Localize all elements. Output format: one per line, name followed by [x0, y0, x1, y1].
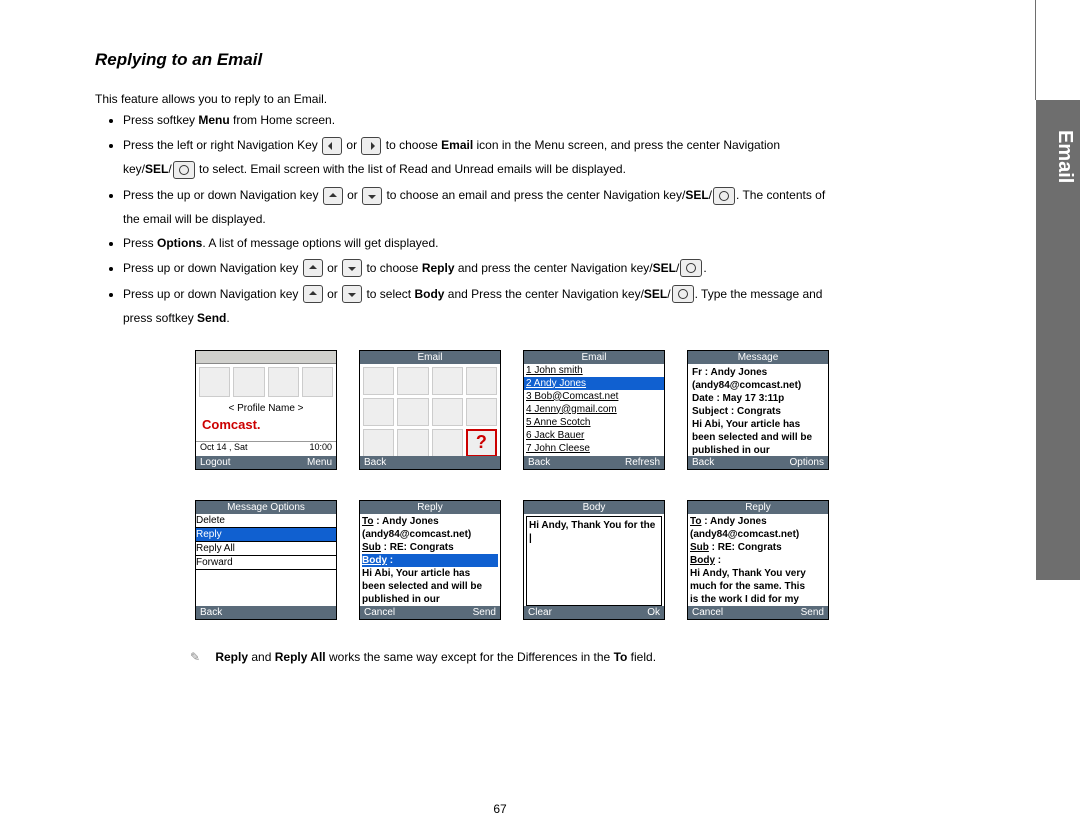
list-item: 5 Anne Scotch — [524, 416, 664, 429]
screen-reply-body-selected: Reply To : Andy Jones (andy84@comcast.ne… — [359, 500, 501, 620]
menu-icon — [397, 398, 428, 426]
page-number: 67 — [0, 802, 1000, 816]
screen-title: Email — [524, 351, 664, 364]
nav-down-icon — [362, 187, 382, 205]
softkey-left: Cancel — [692, 607, 723, 618]
softkey-left: Back — [364, 457, 386, 468]
screen-home: < Profile Name > Comcast. Oct 14 , Sat 10… — [195, 350, 337, 470]
home-time: 10:00 — [309, 442, 332, 454]
screen-title: Body — [524, 501, 664, 514]
softkey-left: Clear — [528, 607, 552, 618]
msg-line: (andy84@comcast.net) — [692, 380, 801, 391]
msg-line: Fr : Andy Jones — [692, 367, 767, 378]
list-item: 6 Jack Bauer — [524, 429, 664, 442]
menu-icon — [466, 398, 497, 426]
step-6: Press up or down Navigation key or to se… — [123, 282, 830, 330]
list-item: 3 Bob@Comcast.net — [524, 390, 664, 403]
option-item: Delete — [196, 514, 336, 528]
softkey-left: Cancel — [364, 607, 395, 618]
menu-icon — [397, 429, 428, 456]
msg-line: been selected and will be — [692, 432, 812, 443]
screen-reply-composed: Reply To : Andy Jones (andy84@comcast.ne… — [687, 500, 829, 620]
sel-key-icon — [680, 259, 702, 277]
option-item: Reply All — [196, 542, 336, 556]
screenshots-grid: < Profile Name > Comcast. Oct 14 , Sat 10… — [195, 350, 830, 620]
brand-logo: Comcast. — [196, 417, 336, 434]
home-date: Oct 14 , Sat — [200, 442, 248, 454]
home-icon — [233, 367, 264, 397]
menu-icon — [397, 367, 428, 395]
home-icon — [268, 367, 299, 397]
menu-icon-help: ? — [466, 429, 497, 456]
screen-title: Email — [360, 351, 500, 364]
menu-icon — [363, 429, 394, 456]
screen-title: Reply — [688, 501, 828, 514]
msg-line: Subject : Congrats — [692, 406, 781, 417]
screen-title: Reply — [360, 501, 500, 514]
softkey-right: Ok — [647, 607, 660, 618]
intro-text: This feature allows you to reply to an E… — [95, 92, 830, 106]
softkey-left: Logout — [200, 457, 231, 468]
list-item: 7 John Cleese — [524, 442, 664, 455]
msg-line: Hi Abi, Your article has — [692, 419, 800, 430]
nav-down-icon — [342, 285, 362, 303]
screen-body-edit: Body Hi Andy, Thank You for the | Clear O… — [523, 500, 665, 620]
nav-up-icon — [303, 259, 323, 277]
softkey-right: Options — [790, 457, 824, 468]
menu-icon — [432, 367, 463, 395]
step-1: Press softkey Menu from Home screen. — [123, 112, 830, 129]
softkey-right: Send — [801, 607, 824, 618]
softkey-right: Send — [473, 607, 496, 618]
status-bar — [196, 351, 336, 364]
nav-right-icon — [361, 137, 381, 155]
step-2: Press the left or right Navigation Key o… — [123, 133, 830, 181]
option-item: Forward — [196, 556, 336, 570]
softkey-right: Refresh — [625, 457, 660, 468]
menu-icon — [466, 367, 497, 395]
nav-left-icon — [322, 137, 342, 155]
screen-title: Message Options — [196, 501, 336, 514]
screen-message: Message Fr : Andy Jones (andy84@comcast.… — [687, 350, 829, 470]
step-4: Press Options. A list of message options… — [123, 235, 830, 252]
side-label: Email — [1053, 130, 1076, 183]
step-5: Press up or down Navigation key or to ch… — [123, 256, 830, 280]
softkey-left: Back — [692, 457, 714, 468]
msg-line: published in our — [692, 445, 770, 456]
screen-title: Message — [688, 351, 828, 364]
menu-icon — [363, 367, 394, 395]
note-icon: ✎ — [190, 650, 206, 664]
home-icon — [199, 367, 230, 397]
page-title: Replying to an Email — [95, 50, 830, 70]
list-item: 1 John smith — [524, 364, 664, 377]
home-icon — [302, 367, 333, 397]
nav-down-icon — [342, 259, 362, 277]
option-item-selected: Reply — [196, 528, 336, 542]
softkey-left: Back — [528, 457, 550, 468]
sel-key-icon — [713, 187, 735, 205]
msg-line: Date : May 17 3:11p — [692, 393, 784, 404]
sel-key-icon — [672, 285, 694, 303]
screen-menu: Email ? Back — [359, 350, 501, 470]
body-text: Hi Andy, Thank You for the | — [529, 520, 655, 544]
nav-up-icon — [323, 187, 343, 205]
menu-icon — [363, 398, 394, 426]
list-item-selected: 2 Andy Jones — [524, 377, 664, 390]
list-item: 4 Jenny@gmail.com — [524, 403, 664, 416]
footnote: ✎ Reply and Reply All works the same way… — [190, 650, 830, 664]
softkey-left: Back — [200, 607, 222, 618]
screen-email-list: Email 1 John smith 2 Andy Jones 3 Bob@Co… — [523, 350, 665, 470]
step-3: Press the up or down Navigation key or t… — [123, 183, 830, 231]
profile-name: < Profile Name > — [196, 400, 336, 417]
nav-up-icon — [303, 285, 323, 303]
menu-icon — [432, 429, 463, 456]
side-tab-top — [1035, 0, 1080, 100]
instruction-list: Press softkey Menu from Home screen. Pre… — [105, 112, 830, 330]
softkey-right: Menu — [307, 457, 332, 468]
sel-key-icon — [173, 161, 195, 179]
screen-message-options: Message Options Delete Reply Reply All F… — [195, 500, 337, 620]
menu-icon — [432, 398, 463, 426]
